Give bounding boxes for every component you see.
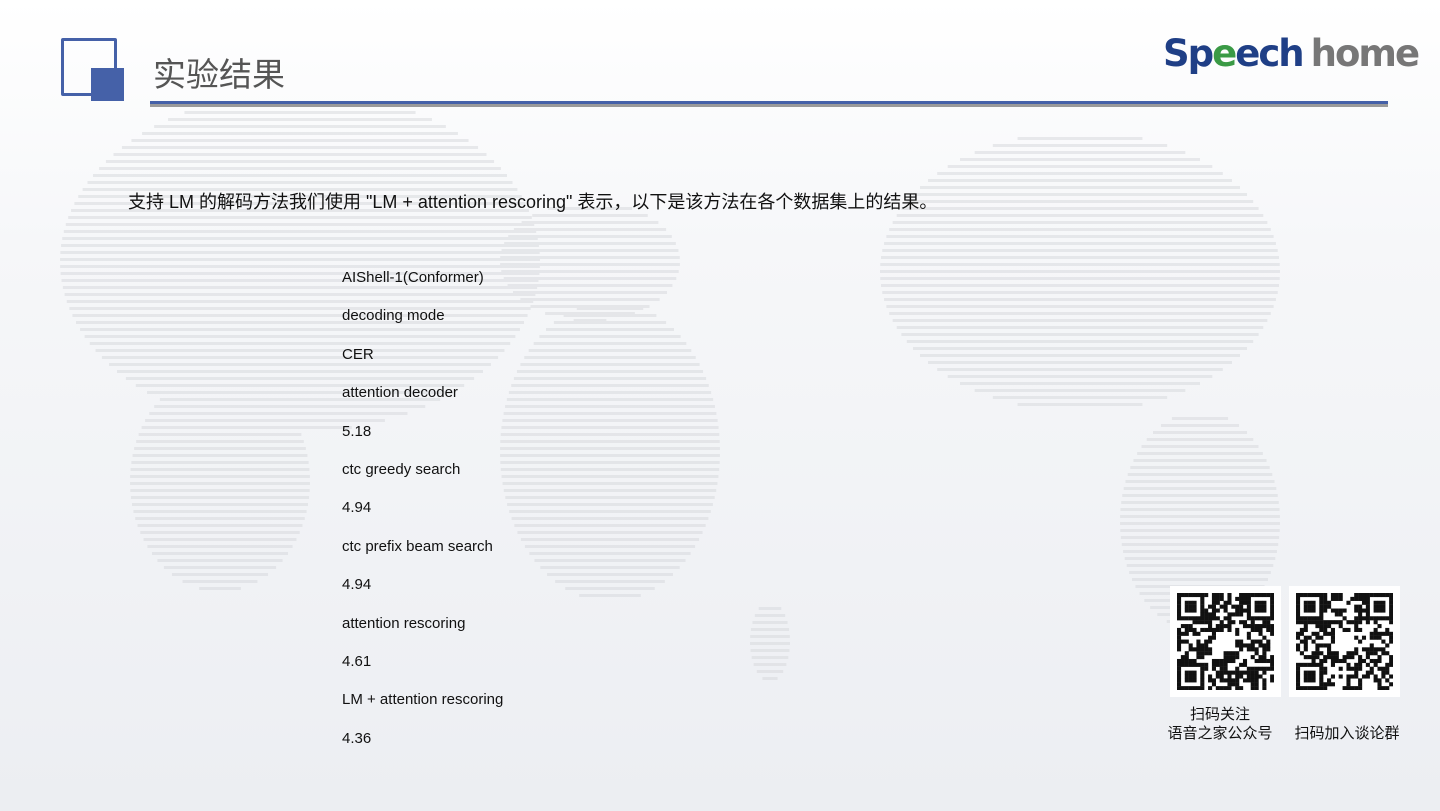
result-mode: attention rescoring	[342, 614, 466, 632]
qr-caption-group: 扫码加入谈论群	[1294, 725, 1400, 742]
results-list: AIShell-1(Conformer) decoding mode CER a…	[342, 268, 503, 767]
result-mode: ctc greedy search	[342, 460, 461, 478]
column-header-mode: decoding mode	[342, 307, 445, 325]
result-cer: 5.18	[342, 422, 372, 440]
title-divider-shadow	[150, 104, 1388, 107]
title-decoration-square	[91, 68, 124, 101]
result-cer: 4.36	[342, 729, 372, 747]
result-mode: LM + attention rescoring	[342, 691, 504, 709]
result-cer: 4.61	[342, 652, 372, 670]
qr-caption-follow: 扫码关注	[1189, 706, 1250, 723]
speechhome-logo: Speech home	[1163, 32, 1420, 75]
result-cer: 4.94	[342, 576, 372, 594]
qr-code-wechat-account	[1170, 586, 1281, 697]
intro-text: 支持 LM 的解码方法我们使用 "LM + attention rescorin…	[128, 192, 938, 212]
result-mode: ctc prefix beam search	[342, 537, 493, 555]
dataset-label: AIShell-1(Conformer)	[342, 269, 484, 286]
page-title: 实验结果	[153, 55, 285, 94]
qr-caption-account: 语音之家公众号	[1167, 725, 1273, 742]
column-header-metric: CER	[342, 345, 374, 363]
result-cer: 4.94	[342, 499, 372, 517]
qr-code-discussion-group	[1289, 586, 1400, 697]
result-mode: attention decoder	[342, 384, 458, 402]
